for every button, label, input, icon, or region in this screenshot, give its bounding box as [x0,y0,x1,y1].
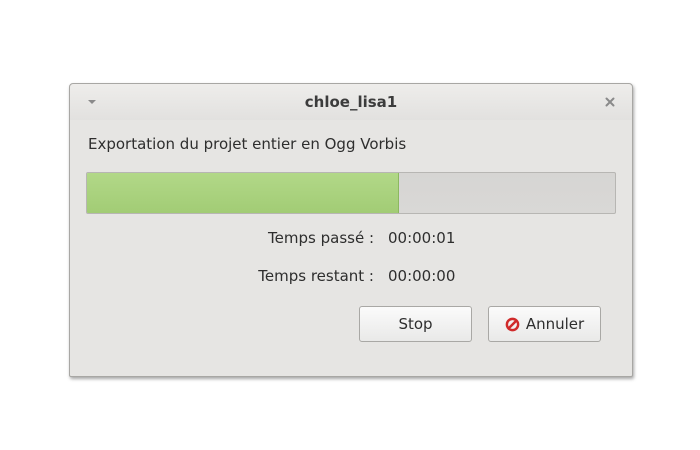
progress-bar [86,172,616,214]
window-title: chloe_lisa1 [304,93,398,111]
stop-button-label: Stop [398,315,433,333]
export-message: Exportation du projet entier en Ogg Vorb… [88,135,407,153]
remaining-time-label: Temps restant : [258,267,374,285]
cancel-button-label: Annuler [525,315,585,333]
stop-button[interactable]: Stop [359,306,472,342]
elapsed-time-value: 00:00:01 [388,229,456,247]
remaining-time-row: Temps restant : 00:00:00 [70,267,632,289]
close-icon[interactable] [602,94,618,110]
elapsed-time-label: Temps passé : [268,229,374,247]
title-bar[interactable]: chloe_lisa1 [70,84,632,120]
cancel-icon [505,317,520,332]
remaining-time-value: 00:00:00 [388,267,456,285]
export-dialog: chloe_lisa1 Exportation du projet entier… [69,83,633,377]
elapsed-time-row: Temps passé : 00:00:01 [70,229,632,251]
progress-bar-fill [87,173,399,213]
cancel-button[interactable]: Annuler [488,306,601,342]
